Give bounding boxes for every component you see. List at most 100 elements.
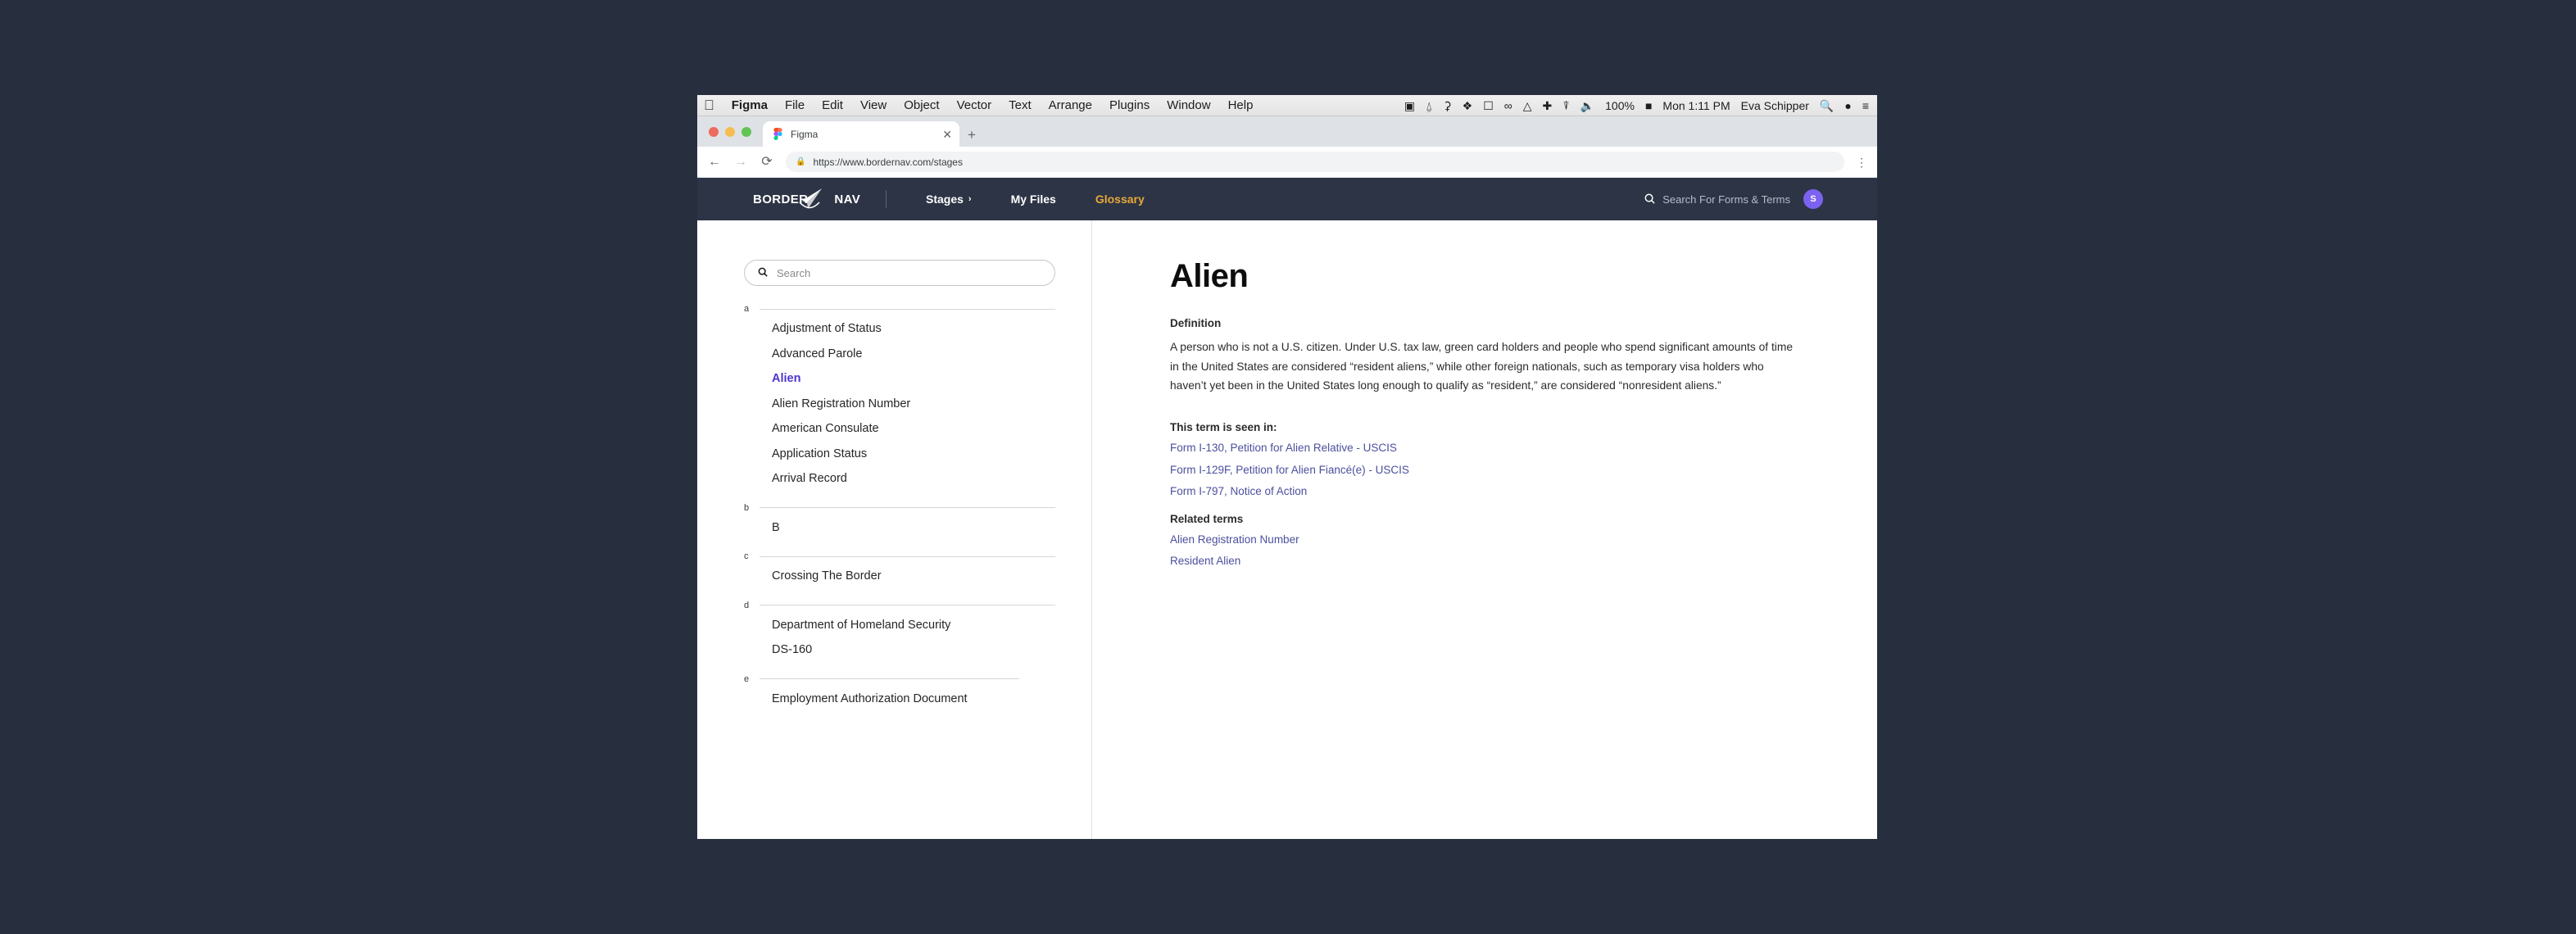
figma-icon [773,128,783,140]
forward-button[interactable]: → [733,155,748,169]
volume-icon[interactable]: 🔈 [1581,100,1594,111]
menu-item-figma[interactable]: Figma [732,99,768,111]
glossary-term-crossing-the-border[interactable]: Crossing The Border [772,570,1091,583]
related-terms-link-list: Alien Registration Number Resident Alien [1170,534,1877,567]
maximize-window-button[interactable] [742,126,751,137]
glossary-term-alien[interactable]: Alien [772,373,1091,385]
lock-icon: 🔒 [796,156,806,166]
glossary-term-application-status[interactable]: Application Status [772,447,1091,460]
nav-item-glossary-label: Glossary [1095,193,1145,206]
browser-tab[interactable]: Figma ✕ [763,121,959,147]
nav-item-my-files[interactable]: My Files [1011,193,1056,206]
menu-item-help[interactable]: Help [1228,99,1254,111]
glossary-term-adjustment-of-status[interactable]: Adjustment of Status [772,323,1091,335]
headphones-icon[interactable]: ⍙ [1426,100,1432,111]
related-link-resident-alien[interactable]: Resident Alien [1170,555,1877,567]
bordernav-logo[interactable]: Border Nav [753,188,860,209]
menu-item-plugins[interactable]: Plugins [1109,99,1150,111]
apple-logo-icon[interactable]:  [704,98,714,112]
address-bar[interactable]: 🔒 https://www.bordernav.com/stages [786,152,1844,172]
glossary-main-content: Alien Definition A person who is not a U… [1092,220,1877,839]
menu-item-view[interactable]: View [860,99,887,111]
reload-button[interactable]: ⟳ [760,155,774,169]
site-header: Border Nav Stages › My Files [697,178,1877,220]
menu-item-text[interactable]: Text [1009,99,1032,111]
mac-menu-bar-status: ▣ ⍙ ⚳ ❖ ☐ ∞ △ ✚ ⍒ 🔈 100% ■ Mon 1:11 PM E… [1404,95,1869,116]
glossary-group-header: b [697,503,1091,513]
glossary-term-alien-registration-number[interactable]: Alien Registration Number [772,397,1091,410]
menu-item-object[interactable]: Object [904,99,939,111]
battery-icon[interactable]: ■ [1645,100,1652,111]
header-right: Search For Forms & Terms S [1644,189,1823,209]
glossary-term-department-of-homeland-security[interactable]: Department of Homeland Security [772,619,1091,632]
window-traffic-lights [709,116,751,147]
glossary-search-placeholder: Search [777,266,811,279]
dropbox-icon[interactable]: ❖ [1463,100,1473,111]
main-nav: Stages › My Files Glossary [926,193,1145,206]
url-text: https://www.bordernav.com/stages [813,156,963,168]
browser-menu-button[interactable]: ⋮ [1856,156,1867,168]
nav-item-stages[interactable]: Stages › [926,193,972,206]
header-search[interactable]: Search For Forms & Terms [1644,193,1790,206]
glossary-term-list: Department of Homeland Security DS-160 [697,619,1091,656]
glossary-term-list: Adjustment of Status Advanced Parole Ali… [697,323,1091,485]
website-viewport: Border Nav Stages › My Files [697,178,1877,839]
seen-in-link-i797[interactable]: Form I-797, Notice of Action [1170,486,1877,497]
menu-item-file[interactable]: File [785,99,805,111]
close-window-button[interactable] [709,126,719,137]
definition-heading: Definition [1170,317,1222,329]
drive-icon[interactable]: △ [1523,100,1532,111]
glossary-term-employment-authorization-document[interactable]: Employment Authorization Document [772,692,1091,705]
seen-in-link-i130[interactable]: Form I-130, Petition for Alien Relative … [1170,442,1877,454]
menu-item-arrange[interactable]: Arrange [1049,99,1092,111]
back-button[interactable]: ← [707,155,722,169]
glossary-sidebar: Search a Adjustment of Status Advanced P… [697,220,1092,839]
glossary-group-c: c Crossing The Border [697,551,1091,583]
search-icon[interactable]: 🔍 [1820,100,1834,111]
glossary-term-american-consulate[interactable]: American Consulate [772,423,1091,435]
minimize-window-button[interactable] [725,126,735,137]
glossary-term-ds-160[interactable]: DS-160 [772,644,1091,656]
seen-in-link-i129f[interactable]: Form I-129F, Petition for Alien Fiancé(e… [1170,465,1877,476]
chevron-right-icon: › [968,194,972,204]
page-title: Alien [1170,258,1249,294]
new-tab-button[interactable]: + [968,128,976,142]
glossary-term-list: Employment Authorization Document [697,692,1091,705]
browser-toolbar: ← → ⟳ 🔒 https://www.bordernav.com/stages… [697,147,1877,178]
wifi-icon[interactable]: ⍒ [1562,100,1569,111]
user-name[interactable]: Eva Schipper [1741,99,1809,112]
close-icon[interactable]: ✕ [942,129,952,140]
crosshair-icon[interactable]: ✚ [1543,100,1553,111]
mac-menu-bar-left:  Figma File Edit View Object Vector Tex… [704,98,1253,112]
glossary-group-letter: e [744,673,750,684]
menu-item-vector[interactable]: Vector [957,99,992,111]
glossary-group-header: c [697,551,1091,561]
glossary-group-d: d Department of Homeland Security DS-160 [697,601,1091,656]
definition-text: A person who is not a U.S. citizen. Unde… [1170,341,1794,392]
avatar-initial: S [1810,194,1816,204]
glossary-term-b[interactable]: B [772,521,1091,534]
page-body: Search a Adjustment of Status Advanced P… [697,220,1877,839]
nav-item-stages-label: Stages [926,193,964,206]
clock[interactable]: Mon 1:11 PM [1662,99,1730,112]
nav-item-glossary[interactable]: Glossary [1095,193,1145,206]
avatar[interactable]: S [1803,189,1823,209]
related-terms-heading: Related terms [1170,512,1244,525]
glossary-term-advanced-parole[interactable]: Advanced Parole [772,347,1091,360]
screenshot-icon[interactable]: ☐ [1483,100,1494,111]
siri-icon[interactable]: ● [1844,100,1851,111]
display-icon[interactable]: ▣ [1404,100,1415,111]
divider [760,678,1019,679]
list-icon[interactable]: ≡ [1862,100,1869,111]
menu-item-edit[interactable]: Edit [822,99,843,111]
battery-percent: 100% [1605,98,1635,112]
menu-item-window[interactable]: Window [1167,99,1210,111]
glossary-search-input[interactable]: Search [744,260,1055,286]
browser-tab-title: Figma [791,128,819,140]
glossary-group-letter: b [744,502,750,513]
glasses-icon[interactable]: ∞ [1504,100,1512,111]
related-link-alien-registration-number[interactable]: Alien Registration Number [1170,534,1877,546]
java-icon[interactable]: ⚳ [1443,100,1451,111]
browser-tab-strip: Figma ✕ + [697,116,1877,147]
glossary-term-arrival-record[interactable]: Arrival Record [772,473,1091,485]
